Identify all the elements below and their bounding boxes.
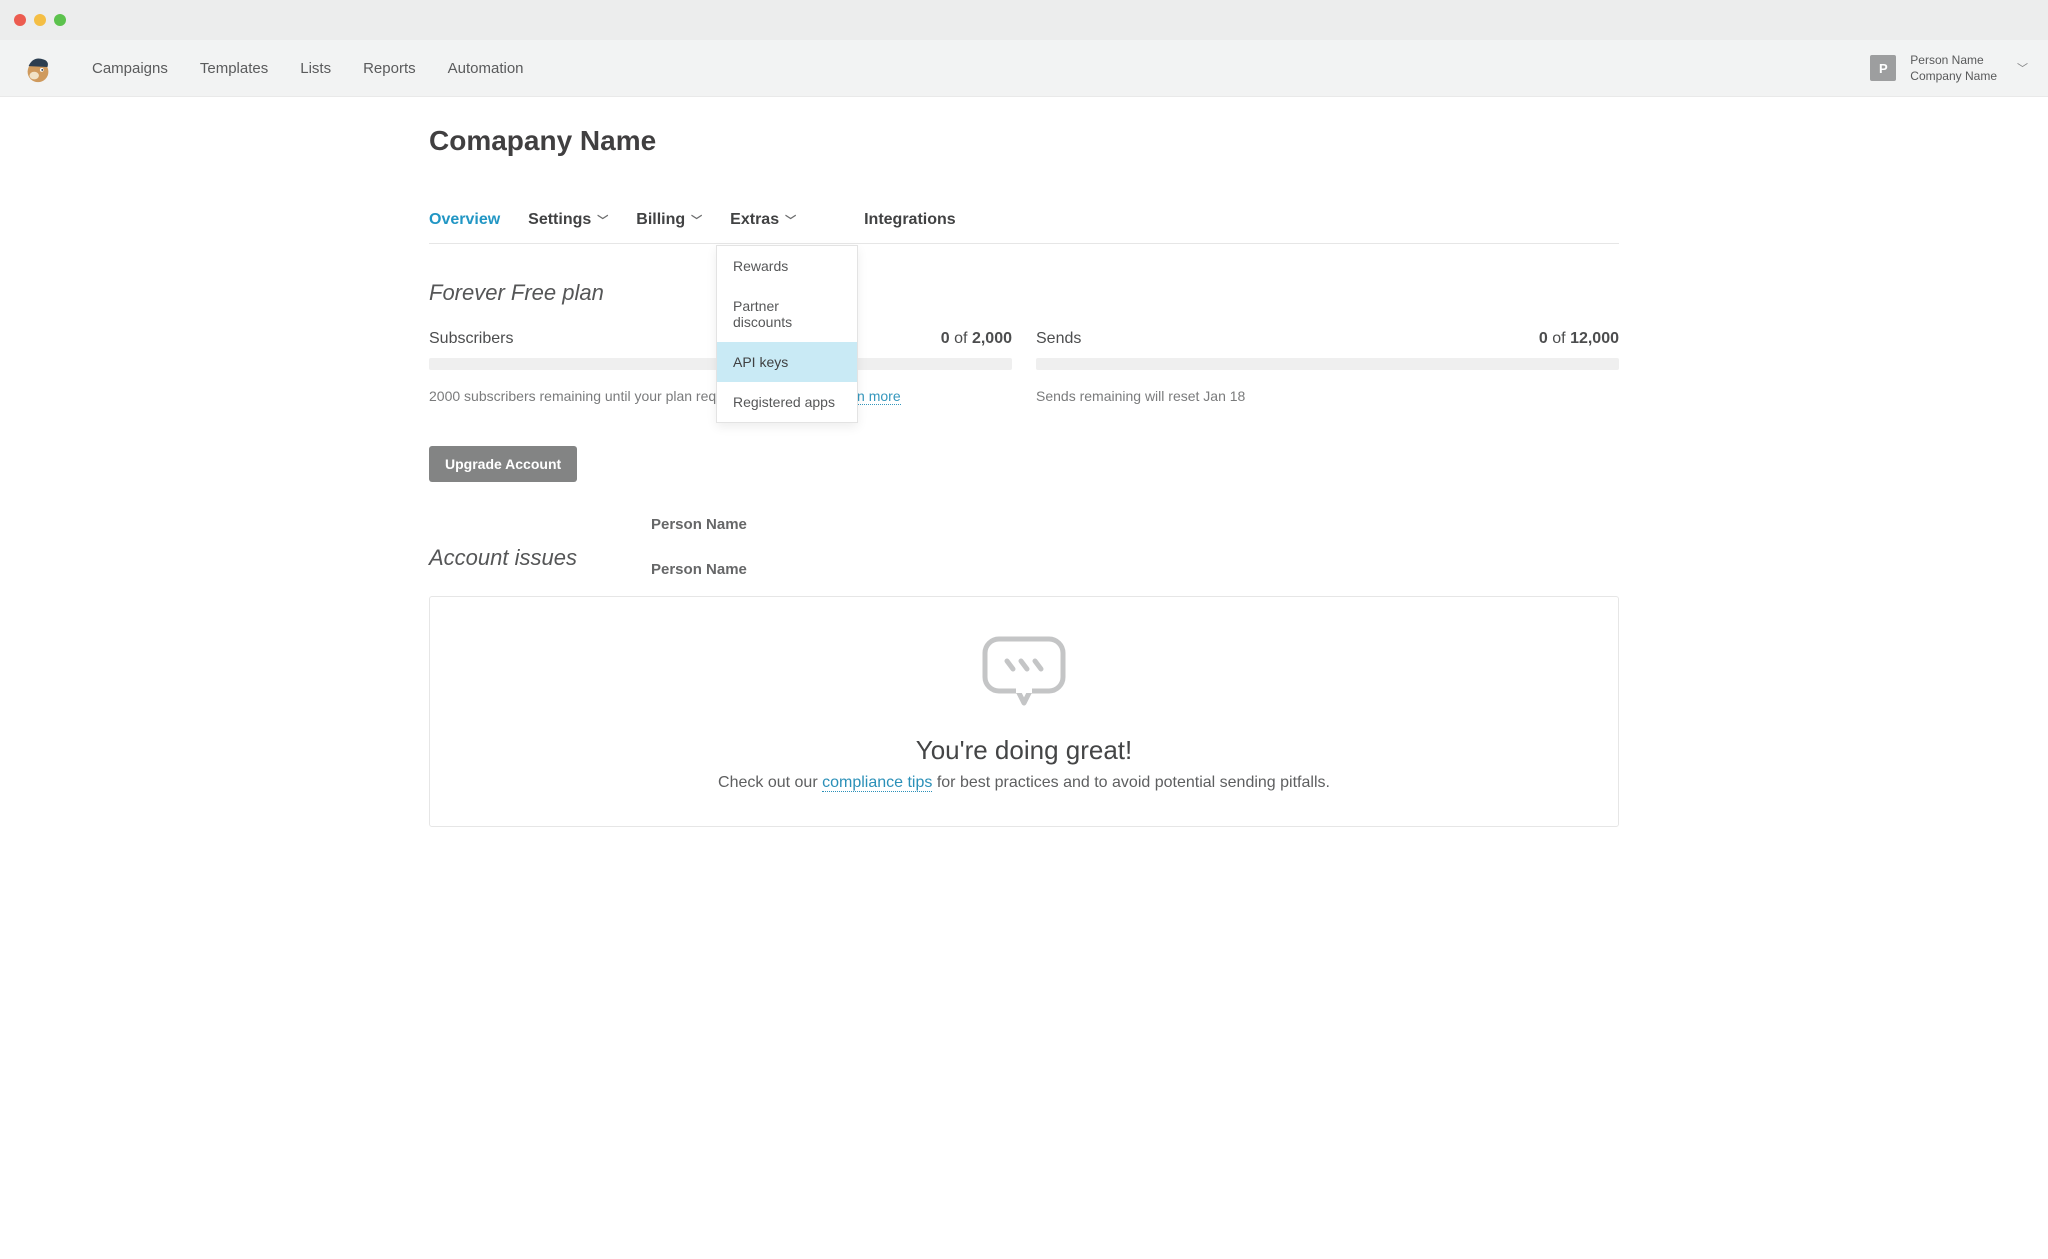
subscribers-value: 0 of 2,000 bbox=[941, 330, 1012, 348]
tab-billing[interactable]: Billing ﹀ bbox=[636, 211, 702, 243]
tab-settings[interactable]: Settings ﹀ bbox=[528, 211, 608, 243]
issues-subtext: Check out our compliance tips for best p… bbox=[450, 774, 1598, 792]
plan-stats: Subscribers 0 of 2,000 2000 subscribers … bbox=[429, 330, 1619, 404]
tab-integrations-label: Integrations bbox=[864, 211, 956, 229]
tab-integrations[interactable]: Integrations bbox=[864, 211, 956, 243]
nav-lists[interactable]: Lists bbox=[300, 60, 331, 77]
sends-count: 0 bbox=[1539, 330, 1548, 347]
account-tabs: Overview Settings ﹀ Billing ﹀ Extras ﹀ I… bbox=[429, 211, 1619, 244]
chevron-down-icon: ﹀ bbox=[2017, 60, 2028, 76]
tab-billing-label: Billing bbox=[636, 211, 685, 229]
subscribers-limit: 2,000 bbox=[972, 330, 1012, 347]
subscribers-count: 0 bbox=[941, 330, 950, 347]
sends-value: 0 of 12,000 bbox=[1539, 330, 1619, 348]
account-issues-card: You're doing great! Check out our compli… bbox=[429, 596, 1619, 827]
nav-templates[interactable]: Templates bbox=[200, 60, 268, 77]
speech-bubble-icon bbox=[979, 635, 1069, 713]
nav-links: Campaigns Templates Lists Reports Automa… bbox=[92, 60, 524, 77]
subscribers-divider: of bbox=[954, 330, 967, 347]
account-menu[interactable]: P Person Name Company Name ﹀ bbox=[1870, 52, 2028, 84]
issues-text-before: Check out our bbox=[718, 774, 822, 791]
chevron-down-icon: ﹀ bbox=[691, 212, 702, 228]
person-name-label-2: Person Name bbox=[651, 561, 1619, 578]
nav-automation[interactable]: Automation bbox=[448, 60, 524, 77]
person-name-label-1: Person Name bbox=[651, 516, 1619, 533]
tab-overview[interactable]: Overview bbox=[429, 211, 500, 243]
tab-overview-label: Overview bbox=[429, 211, 500, 229]
sends-limit: 12,000 bbox=[1570, 330, 1619, 347]
compliance-tips-link[interactable]: compliance tips bbox=[822, 774, 932, 792]
account-person-name: Person Name bbox=[1910, 52, 1997, 68]
mailchimp-logo-icon[interactable] bbox=[20, 50, 56, 86]
plan-heading: Forever Free plan bbox=[429, 280, 1619, 306]
dropdown-item-partner-discounts[interactable]: Partner discounts bbox=[717, 286, 857, 342]
tab-extras[interactable]: Extras ﹀ bbox=[730, 211, 796, 243]
tab-extras-label: Extras bbox=[730, 211, 779, 229]
issues-text-after: for best practices and to avoid potentia… bbox=[932, 774, 1330, 791]
issues-title: You're doing great! bbox=[450, 735, 1598, 766]
dropdown-item-registered-apps[interactable]: Registered apps bbox=[717, 382, 857, 422]
account-menu-text: Person Name Company Name bbox=[1910, 52, 1997, 84]
sends-progress-bar bbox=[1036, 358, 1619, 370]
window-minimize-button[interactable] bbox=[34, 14, 46, 26]
sends-stat: Sends 0 of 12,000 Sends remaining will r… bbox=[1036, 330, 1619, 404]
top-nav: Campaigns Templates Lists Reports Automa… bbox=[0, 40, 2048, 97]
avatar: P bbox=[1870, 55, 1896, 81]
page-content: Comapany Name Overview Settings ﹀ Billin… bbox=[429, 97, 1619, 827]
nav-campaigns[interactable]: Campaigns bbox=[92, 60, 168, 77]
window-zoom-button[interactable] bbox=[54, 14, 66, 26]
dropdown-item-api-keys[interactable]: API keys bbox=[717, 342, 857, 382]
upgrade-account-button[interactable]: Upgrade Account bbox=[429, 446, 577, 482]
chevron-down-icon: ﹀ bbox=[597, 212, 608, 228]
sends-divider: of bbox=[1552, 330, 1565, 347]
subscribers-label: Subscribers bbox=[429, 330, 513, 348]
tab-settings-label: Settings bbox=[528, 211, 591, 229]
dropdown-item-rewards[interactable]: Rewards bbox=[717, 246, 857, 286]
extras-dropdown: Rewards Partner discounts API keys Regis… bbox=[716, 245, 858, 423]
chevron-down-icon: ﹀ bbox=[785, 212, 796, 228]
sends-note: Sends remaining will reset Jan 18 bbox=[1036, 388, 1619, 404]
window-close-button[interactable] bbox=[14, 14, 26, 26]
sends-label: Sends bbox=[1036, 330, 1081, 348]
page-title: Comapany Name bbox=[429, 125, 1619, 157]
nav-reports[interactable]: Reports bbox=[363, 60, 416, 77]
account-company-name: Company Name bbox=[1910, 68, 1997, 84]
window-titlebar bbox=[0, 0, 2048, 40]
